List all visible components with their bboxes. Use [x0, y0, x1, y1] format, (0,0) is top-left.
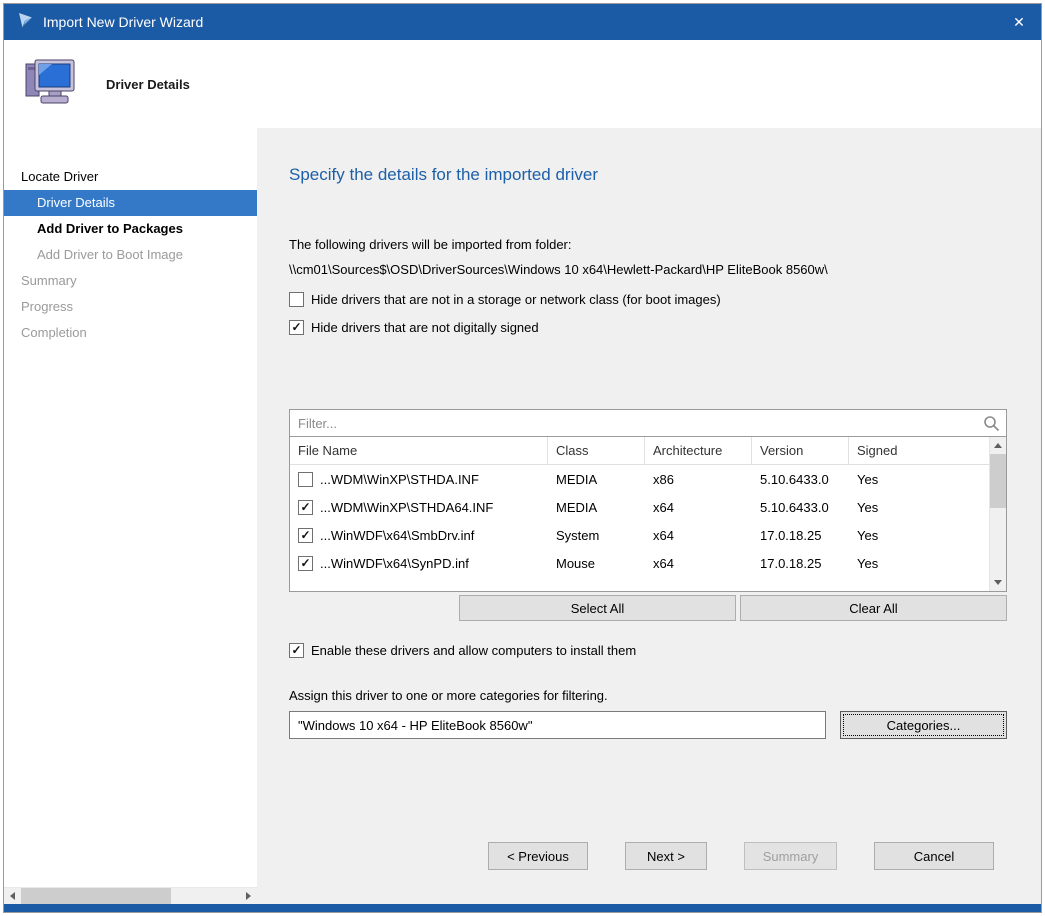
- scrollbar-track[interactable]: [21, 888, 240, 904]
- column-header-signed[interactable]: Signed: [849, 437, 989, 464]
- table-row[interactable]: ...WinWDF\x64\SynPD.inf Mouse x64 17.0.1…: [290, 549, 989, 577]
- driver-list-header: File Name Class Architecture Version Sig…: [290, 437, 989, 465]
- scroll-left-icon[interactable]: [4, 888, 21, 904]
- sidebar-item-add-driver-to-boot-image: Add Driver to Boot Image: [4, 242, 257, 268]
- driver-list: File Name Class Architecture Version Sig…: [289, 436, 1007, 592]
- computer-icon: [22, 54, 78, 115]
- categories-description: Assign this driver to one or more catego…: [289, 688, 1007, 703]
- scroll-up-icon[interactable]: [990, 437, 1006, 454]
- bottom-accent-bar: [4, 904, 1041, 912]
- categories-value-field[interactable]: [289, 711, 826, 739]
- signed-cell: Yes: [849, 528, 989, 543]
- source-folder-label: The following drivers will be imported f…: [289, 237, 1007, 252]
- hide-storage-checkbox[interactable]: Hide drivers that are not in a storage o…: [289, 292, 1007, 307]
- categories-button[interactable]: Categories...: [840, 711, 1007, 739]
- hide-unsigned-checkbox[interactable]: Hide drivers that are not digitally sign…: [289, 320, 1007, 335]
- signed-cell: Yes: [849, 556, 989, 571]
- page-step-title: Driver Details: [106, 77, 190, 92]
- main-panel: Specify the details for the imported dri…: [257, 128, 1042, 904]
- sidebar-item-driver-details[interactable]: Driver Details: [4, 190, 257, 216]
- sidebar-item-add-driver-to-packages[interactable]: Add Driver to Packages: [4, 216, 257, 242]
- column-header-file-name[interactable]: File Name: [290, 437, 548, 464]
- filter-input[interactable]: [289, 409, 1007, 437]
- scrollbar-track[interactable]: [990, 454, 1006, 574]
- search-icon: [983, 415, 1000, 437]
- table-scrollbar[interactable]: [989, 437, 1006, 591]
- wizard-window: Import New Driver Wizard ✕ Driver Detail…: [3, 3, 1042, 913]
- class-cell: MEDIA: [548, 500, 645, 515]
- architecture-cell: x64: [645, 556, 752, 571]
- version-cell: 17.0.18.25: [752, 528, 849, 543]
- previous-button[interactable]: < Previous: [488, 842, 588, 870]
- checkbox-box[interactable]: [289, 292, 304, 307]
- table-row[interactable]: ...WinWDF\x64\SmbDrv.inf System x64 17.0…: [290, 521, 989, 549]
- page-title: Specify the details for the imported dri…: [289, 164, 1007, 185]
- version-cell: 5.10.6433.0: [752, 472, 849, 487]
- file-name-cell: ...WinWDF\x64\SmbDrv.inf: [320, 528, 474, 543]
- column-header-architecture[interactable]: Architecture: [645, 437, 752, 464]
- column-header-version[interactable]: Version: [752, 437, 849, 464]
- class-cell: MEDIA: [548, 472, 645, 487]
- checkbox-label: Hide drivers that are not digitally sign…: [311, 320, 539, 335]
- summary-button: Summary: [744, 842, 837, 870]
- next-button[interactable]: Next >: [625, 842, 707, 870]
- architecture-cell: x64: [645, 500, 752, 515]
- file-name-cell: ...WDM\WinXP\STHDA.INF: [320, 472, 479, 487]
- version-cell: 17.0.18.25: [752, 556, 849, 571]
- source-folder-path: \\cm01\Sources$\OSD\DriverSources\Window…: [289, 262, 1007, 277]
- file-name-cell: ...WDM\WinXP\STHDA64.INF: [320, 500, 493, 515]
- class-cell: System: [548, 528, 645, 543]
- scrollbar-thumb[interactable]: [21, 888, 171, 904]
- scroll-right-icon[interactable]: [240, 888, 257, 904]
- sidebar-item-completion: Completion: [4, 320, 257, 346]
- cancel-button[interactable]: Cancel: [874, 842, 994, 870]
- sidebar-item-summary: Summary: [4, 268, 257, 294]
- architecture-cell: x64: [645, 528, 752, 543]
- checkbox-box[interactable]: [289, 643, 304, 658]
- wizard-icon: [16, 11, 34, 34]
- wizard-steps-sidebar: Locate Driver Driver Details Add Driver …: [4, 128, 257, 904]
- scroll-down-icon[interactable]: [990, 574, 1006, 591]
- file-name-cell: ...WinWDF\x64\SynPD.inf: [320, 556, 469, 571]
- row-checkbox[interactable]: [298, 500, 313, 515]
- sidebar-item-locate-driver[interactable]: Locate Driver: [4, 164, 257, 190]
- class-cell: Mouse: [548, 556, 645, 571]
- close-icon[interactable]: ✕: [997, 4, 1041, 40]
- checkbox-box[interactable]: [289, 320, 304, 335]
- row-checkbox[interactable]: [298, 472, 313, 487]
- filter-field: [289, 409, 1007, 437]
- enable-drivers-checkbox[interactable]: Enable these drivers and allow computers…: [289, 643, 1007, 658]
- wizard-footer: < Previous Next > Summary Cancel: [289, 842, 1007, 870]
- sidebar-horizontal-scrollbar[interactable]: [4, 887, 257, 904]
- version-cell: 5.10.6433.0: [752, 500, 849, 515]
- clear-all-button[interactable]: Clear All: [740, 595, 1007, 621]
- row-checkbox[interactable]: [298, 556, 313, 571]
- scrollbar-thumb[interactable]: [990, 454, 1006, 508]
- checkbox-label: Hide drivers that are not in a storage o…: [311, 292, 721, 307]
- row-checkbox[interactable]: [298, 528, 313, 543]
- select-all-button[interactable]: Select All: [459, 595, 736, 621]
- column-header-class[interactable]: Class: [548, 437, 645, 464]
- checkbox-label: Enable these drivers and allow computers…: [311, 643, 636, 658]
- title-bar: Import New Driver Wizard ✕: [4, 4, 1041, 40]
- window-title: Import New Driver Wizard: [43, 14, 203, 30]
- wizard-header: Driver Details: [4, 40, 1041, 128]
- architecture-cell: x86: [645, 472, 752, 487]
- table-row[interactable]: ...WDM\WinXP\STHDA64.INF MEDIA x64 5.10.…: [290, 493, 989, 521]
- signed-cell: Yes: [849, 472, 989, 487]
- signed-cell: Yes: [849, 500, 989, 515]
- table-row[interactable]: ...WDM\WinXP\STHDA.INF MEDIA x86 5.10.64…: [290, 465, 989, 493]
- sidebar-item-progress: Progress: [4, 294, 257, 320]
